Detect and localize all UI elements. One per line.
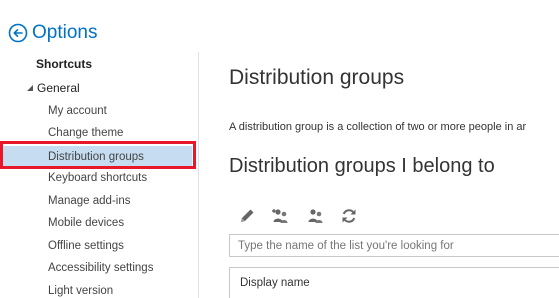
- sidebar-item-accessibility-settings[interactable]: Accessibility settings: [0, 257, 192, 279]
- nav-general[interactable]: General: [26, 81, 80, 95]
- nav-general-label: General: [37, 81, 80, 95]
- options-header[interactable]: Options: [8, 22, 97, 44]
- options-sidebar: Shortcuts General My account Change them…: [0, 52, 198, 298]
- join-group-icon[interactable]: [270, 207, 292, 225]
- sidebar-item-manage-add-ins[interactable]: Manage add-ins: [0, 190, 192, 212]
- back-arrow-circle-icon[interactable]: [8, 23, 28, 43]
- groups-toolbar: [236, 207, 372, 225]
- sidebar-item-label: Manage add-ins: [48, 195, 131, 207]
- sidebar-item-distribution-groups[interactable]: Distribution groups: [0, 146, 192, 168]
- sidebar-item-change-theme[interactable]: Change theme: [0, 122, 192, 144]
- sidebar-item-label: Offline settings: [48, 240, 124, 252]
- collapse-triangle-icon[interactable]: [26, 84, 34, 92]
- column-header-label: Display name: [240, 277, 310, 289]
- leave-group-icon[interactable]: [304, 207, 326, 225]
- sidebar-item-light-version[interactable]: Light version: [0, 280, 192, 298]
- options-page: Options Shortcuts General My account Cha…: [0, 0, 559, 298]
- page-title: Distribution groups: [229, 66, 405, 89]
- group-search-input[interactable]: [229, 234, 559, 257]
- page-description: A distribution group is a collection of …: [229, 121, 527, 133]
- sidebar-item-my-account[interactable]: My account: [0, 100, 192, 122]
- refresh-icon[interactable]: [338, 207, 360, 225]
- nav-shortcuts[interactable]: Shortcuts: [36, 57, 92, 71]
- sidebar-item-label: My account: [48, 105, 107, 117]
- sidebar-item-label: Keyboard shortcuts: [48, 172, 148, 184]
- sidebar-item-offline-settings[interactable]: Offline settings: [0, 235, 192, 257]
- column-header-display-name[interactable]: Display name: [229, 267, 559, 298]
- options-title: Options: [32, 22, 98, 43]
- sidebar-item-mobile-devices[interactable]: Mobile devices: [0, 212, 192, 234]
- sidebar-item-label: Distribution groups: [48, 151, 144, 163]
- sidebar-item-keyboard-shortcuts[interactable]: Keyboard shortcuts: [0, 167, 192, 189]
- section-title: Distribution groups I belong to: [229, 155, 495, 177]
- edit-pencil-icon[interactable]: [236, 207, 258, 225]
- sidebar-item-label: Change theme: [48, 127, 124, 139]
- sidebar-item-label: Light version: [48, 285, 114, 297]
- sidebar-divider: [198, 52, 199, 298]
- sidebar-item-label: Accessibility settings: [48, 262, 154, 274]
- sidebar-item-label: Mobile devices: [48, 217, 125, 229]
